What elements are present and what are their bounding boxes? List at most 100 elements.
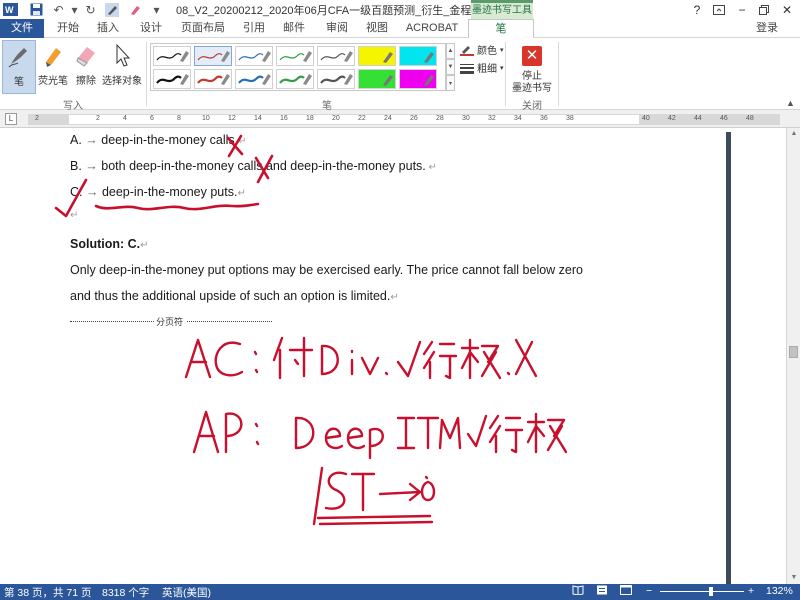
- zoom-slider-thumb[interactable]: [709, 587, 713, 596]
- ribbon-display-options-icon[interactable]: [708, 0, 730, 19]
- pen-style-swatch[interactable]: [235, 69, 273, 89]
- pen-quick-icon[interactable]: [103, 1, 120, 18]
- pen-color-label: 颜色: [477, 46, 497, 57]
- ink-letter-p2: [368, 427, 384, 460]
- group-divider: [146, 42, 147, 106]
- pen-thickness-button[interactable]: 粗细 ▾: [460, 60, 504, 75]
- pen-button[interactable]: 笔: [2, 40, 36, 94]
- highlighter-button[interactable]: 荧光笔: [36, 40, 70, 94]
- tab-review[interactable]: 审阅: [323, 19, 351, 38]
- page-count[interactable]: 第 38 页，共 71 页: [4, 585, 92, 600]
- option-c-letter: C.: [70, 185, 83, 199]
- ruler-strip[interactable]: 2 2 4 6 8 10 12 14 16 18 20 22 24 26 28 …: [28, 114, 780, 125]
- word-count[interactable]: 8318 个字: [102, 585, 149, 600]
- scroll-up-icon[interactable]: ▲: [787, 128, 800, 140]
- save-icon[interactable]: [28, 1, 45, 18]
- ink-letter-v: [360, 356, 380, 376]
- ink-dot: [424, 475, 429, 480]
- ruler-number: 20: [332, 115, 340, 122]
- pen-style-swatch[interactable]: [399, 46, 437, 66]
- vertical-scrollbar[interactable]: ▲ ▼: [786, 128, 800, 584]
- horizontal-ruler: L 2 2 4 6 8 10 12 14 16 18 20 22 24 26 2…: [0, 110, 800, 128]
- ruler-margin-right: [639, 115, 780, 124]
- undo-dropdown-icon[interactable]: ▾: [66, 1, 83, 18]
- eraser-icon: [76, 47, 95, 67]
- tab-acrobat[interactable]: ACROBAT: [404, 19, 460, 38]
- ruler-number: 40: [642, 115, 650, 122]
- pen-style-swatch[interactable]: [358, 46, 396, 66]
- ruler-number: 12: [228, 115, 236, 122]
- tab-mailings[interactable]: 邮件: [280, 19, 308, 38]
- document-page[interactable]: A. → deep-in-the-money calls.↵ B. → both…: [0, 128, 786, 584]
- gallery-scroll-down[interactable]: ▼: [446, 59, 455, 75]
- tab-page-layout[interactable]: 页面布局: [178, 19, 228, 38]
- print-layout-icon[interactable]: [596, 585, 608, 598]
- pen-style-swatch[interactable]: [276, 46, 314, 66]
- option-b-letter: B.: [70, 159, 82, 173]
- pen-style-swatch[interactable]: [194, 69, 232, 89]
- restore-icon[interactable]: [753, 0, 775, 19]
- scroll-down-icon[interactable]: ▼: [787, 572, 800, 584]
- minimize-icon[interactable]: −: [731, 0, 753, 19]
- pen-style-swatch[interactable]: [317, 69, 355, 89]
- ink-arrow-head: [408, 482, 422, 502]
- customize-qat-icon[interactable]: ▾: [148, 1, 165, 18]
- ruler-number: 34: [514, 115, 522, 122]
- ribbon: 笔 荧光笔 擦除 选择对象 写入 ▲ ▼ ▾ 颜色 ▾ 粗细 ▾ 笔 ✕ 停止 …: [0, 38, 800, 112]
- paragraph-mark-icon: ↵: [140, 240, 149, 251]
- ruler-number: 46: [720, 115, 728, 122]
- ruler-number: 26: [410, 115, 418, 122]
- web-layout-icon[interactable]: [620, 585, 632, 598]
- zoom-level[interactable]: 132%: [766, 585, 793, 597]
- group-divider: [558, 42, 559, 106]
- tab-file[interactable]: 文件: [0, 19, 44, 38]
- ruler-number: 44: [694, 115, 702, 122]
- stop-inking-label-1: 停止: [522, 71, 542, 82]
- close-icon[interactable]: ✕: [776, 0, 798, 19]
- pen-style-swatch[interactable]: [153, 46, 191, 66]
- read-mode-icon[interactable]: [572, 585, 584, 598]
- tab-selector[interactable]: L: [5, 113, 17, 125]
- tab-home[interactable]: 开始: [54, 19, 82, 38]
- tab-pen[interactable]: 笔: [468, 19, 534, 39]
- ruler-number: 10: [202, 115, 210, 122]
- ruler-number: 30: [462, 115, 470, 122]
- pen-style-swatch[interactable]: [235, 46, 273, 66]
- pen-button-label: 笔: [14, 77, 24, 88]
- select-objects-button[interactable]: 选择对象: [100, 40, 144, 94]
- stop-inking-button[interactable]: ✕ 停止 墨迹书写: [510, 42, 554, 98]
- undo-icon[interactable]: ↶: [50, 1, 67, 18]
- highlighter-quick-icon[interactable]: [126, 1, 143, 18]
- tab-view[interactable]: 视图: [363, 19, 391, 38]
- eraser-button[interactable]: 擦除: [70, 40, 102, 94]
- redo-icon[interactable]: ↻: [82, 1, 99, 18]
- zoom-out-button[interactable]: −: [646, 585, 652, 597]
- ink-letter-m: [438, 416, 462, 450]
- gallery-expand[interactable]: ▾: [446, 75, 455, 91]
- pen-color-button[interactable]: 颜色 ▾: [460, 42, 504, 57]
- solution-line: Solution: C.↵: [70, 237, 149, 251]
- pen-style-swatch[interactable]: [153, 69, 191, 89]
- word-app-icon[interactable]: W: [2, 1, 19, 18]
- explanation-line-2: and thus the additional upside of such a…: [70, 289, 399, 303]
- pen-style-swatch[interactable]: [317, 46, 355, 66]
- gallery-scroll-up[interactable]: ▲: [446, 43, 455, 59]
- collapse-ribbon-icon[interactable]: ▲: [786, 98, 795, 108]
- ink-period: [384, 371, 389, 376]
- explanation-line-1: Only deep-in-the-money put options may b…: [70, 263, 584, 277]
- pen-style-swatch[interactable]: [358, 69, 396, 89]
- zoom-in-button[interactable]: +: [748, 585, 754, 597]
- help-icon[interactable]: ?: [686, 0, 708, 19]
- language-indicator[interactable]: 英语(美国): [162, 585, 211, 600]
- pen-style-swatch[interactable]: [399, 69, 437, 89]
- scrollbar-thumb[interactable]: [789, 346, 798, 358]
- tab-references[interactable]: 引用: [240, 19, 268, 38]
- tab-insert[interactable]: 插入: [94, 19, 122, 38]
- paragraph-mark-icon: ↵: [238, 136, 247, 147]
- pen-style-swatch[interactable]: [276, 69, 314, 89]
- sign-in-link[interactable]: 登录: [756, 19, 778, 38]
- zoom-slider[interactable]: [660, 591, 744, 592]
- pen-style-swatch[interactable]: [194, 46, 232, 66]
- tab-design[interactable]: 设计: [137, 19, 165, 38]
- ink-letter-t2: [350, 472, 376, 512]
